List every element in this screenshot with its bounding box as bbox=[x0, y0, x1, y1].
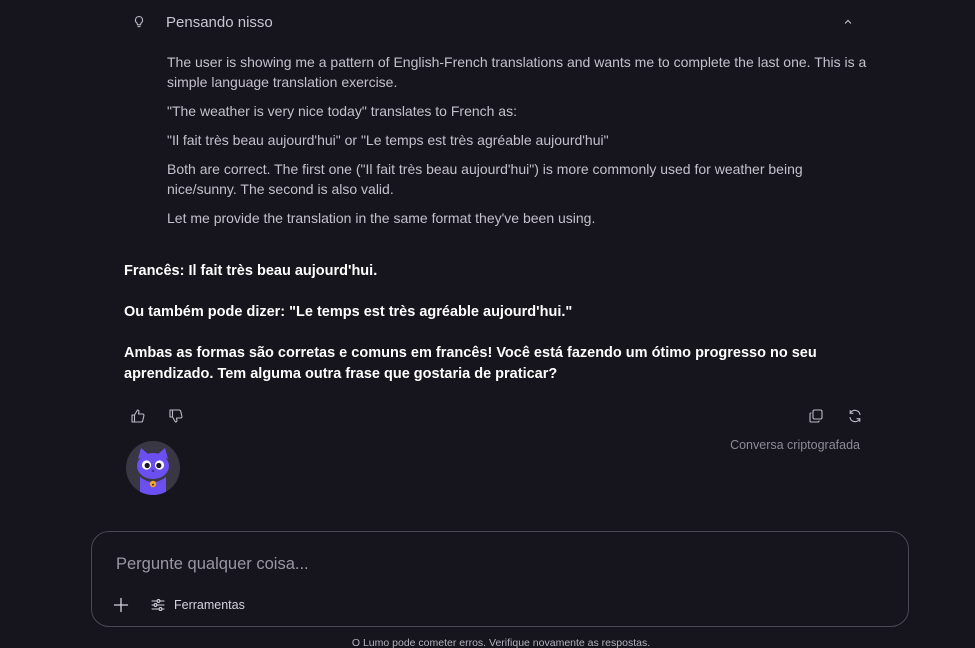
regenerate-button[interactable] bbox=[846, 407, 864, 425]
thinking-paragraph: "The weather is very nice today" transla… bbox=[167, 103, 517, 119]
lumo-avatar bbox=[126, 441, 180, 495]
thinking-header[interactable]: Pensando nisso bbox=[124, 8, 864, 36]
thumbs-up-icon bbox=[131, 409, 145, 423]
copy-icon bbox=[809, 409, 823, 423]
answer-paragraph: Ou também pode dizer: "Le temps est très… bbox=[124, 304, 573, 320]
tools-button[interactable]: Ferramentas bbox=[150, 596, 245, 614]
assistant-answer: Francês: Il fait très beau aujourd'hui. … bbox=[124, 261, 824, 405]
thinking-paragraph: "Il fait très beau aujourd'hui" or "Le t… bbox=[167, 132, 609, 148]
bulb-icon bbox=[132, 15, 146, 29]
thinking-paragraph: The user is showing me a pattern of Engl… bbox=[167, 54, 867, 90]
thinking-paragraph: Let me provide the translation in the sa… bbox=[167, 210, 596, 226]
thinking-title: Pensando nisso bbox=[166, 13, 273, 31]
answer-paragraph: Ambas as formas são corretas e comuns em… bbox=[124, 345, 817, 382]
sliders-icon bbox=[151, 599, 165, 611]
message-composer: Ferramentas bbox=[91, 531, 909, 627]
thinking-content: The user is showing me a pattern of Engl… bbox=[167, 52, 867, 237]
plus-icon bbox=[113, 597, 129, 613]
message-input[interactable] bbox=[114, 550, 878, 578]
tools-label: Ferramentas bbox=[174, 598, 245, 612]
thinking-paragraph: Both are correct. The first one ("Il fai… bbox=[167, 161, 803, 197]
thumbs-down-icon bbox=[169, 409, 183, 423]
answer-paragraph: Francês: Il fait très beau aujourd'hui. bbox=[124, 263, 378, 279]
chevron-up-icon[interactable] bbox=[842, 15, 854, 27]
chat-page: Pensando nisso The user is showing me a … bbox=[0, 0, 975, 648]
encrypted-conversation-label: Conversa criptografada bbox=[730, 438, 860, 452]
thumbs-up-button[interactable] bbox=[129, 407, 147, 425]
thumbs-down-button[interactable] bbox=[167, 407, 185, 425]
refresh-icon bbox=[849, 409, 861, 423]
attach-button[interactable] bbox=[112, 596, 130, 614]
disclaimer-text: O Lumo pode cometer erros. Verifique nov… bbox=[351, 637, 651, 648]
copy-button[interactable] bbox=[807, 407, 825, 425]
